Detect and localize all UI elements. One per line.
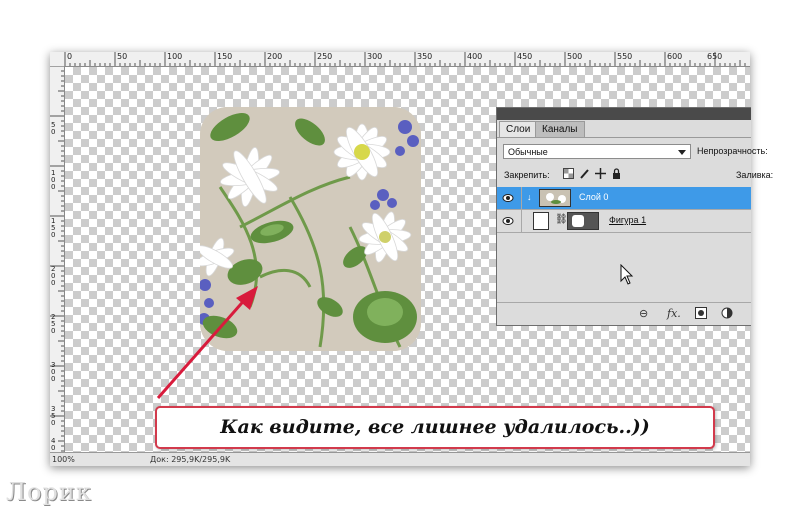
ruler-left: 50 100 150 200 250 300 350 400 — [50, 66, 65, 452]
ruler-label: 600 — [667, 52, 683, 61]
caption-callout: Как видите, все лишнее удалилось..)) — [155, 406, 715, 449]
ruler-label: 550 — [617, 52, 633, 61]
chain-link-icon[interactable]: ⛓ — [555, 214, 568, 225]
ruler-label: 450 — [517, 52, 533, 61]
ruler-top: 0 50 100 150 200 250 300 350 400 450 500… — [50, 52, 750, 67]
ruler-label: 50 — [51, 121, 56, 136]
layer-name[interactable]: Фигура 1 — [609, 215, 646, 225]
ruler-label: 400 — [467, 52, 483, 61]
caption-text: Как видите, все лишнее удалилось..)) — [220, 416, 650, 438]
lock-label: Закрепить: — [504, 170, 550, 180]
ruler-label: 50 — [117, 52, 128, 61]
move-lock-icon[interactable] — [595, 168, 606, 183]
ruler-label: 200 — [267, 52, 283, 61]
clip-arrow-icon: ↓ — [527, 192, 532, 202]
layer-divider — [521, 210, 522, 232]
panel-title-bar[interactable] — [497, 108, 751, 120]
ruler-label: 0 — [67, 52, 73, 61]
adjustment-icon[interactable] — [721, 307, 733, 322]
layer-row-shape1[interactable]: ⛓ Фигура 1 — [497, 210, 751, 233]
ruler-label: 150 — [51, 217, 56, 239]
tab-channels[interactable]: Каналы — [535, 121, 585, 138]
mouse-cursor-icon — [620, 264, 634, 285]
opacity-label: Непрозрачность: — [697, 146, 768, 156]
fx-icon[interactable]: fx. — [667, 307, 681, 320]
blend-mode-select[interactable]: Обычные — [503, 144, 691, 159]
layers-panel: Слои Каналы Обычные Непрозрачность: Закр… — [496, 107, 773, 326]
panel-footer: ⊖ fx. — [497, 302, 751, 325]
tabs-divider — [497, 137, 751, 138]
ruler-label: 350 — [417, 52, 433, 61]
eye-icon[interactable] — [502, 215, 514, 227]
zoom-level[interactable]: 100% — [52, 455, 75, 464]
ruler-label: 200 — [51, 265, 56, 287]
tab-layers[interactable]: Слои — [499, 121, 538, 138]
ruler-label: 400 — [51, 437, 56, 453]
layer-thumbnail[interactable] — [533, 212, 549, 230]
layer-name[interactable]: Слой 0 — [579, 192, 608, 202]
ruler-label: 100 — [167, 52, 183, 61]
ruler-label: 250 — [51, 313, 56, 335]
brush-lock-icon[interactable] — [579, 168, 590, 183]
watermark-text: Лорик — [6, 478, 92, 506]
fill-label: Заливка: — [736, 170, 774, 180]
ruler-label: 150 — [217, 52, 233, 61]
blend-mode-value: Обычные — [508, 147, 548, 157]
vector-mask-thumbnail[interactable] — [567, 212, 599, 230]
status-bar: 100% Док: 295,9K/295,9K — [50, 452, 750, 466]
red-arrow-icon — [156, 286, 258, 399]
ruler-label: 350 — [51, 405, 56, 427]
ruler-label: 300 — [51, 361, 56, 383]
layer-row-layer0[interactable]: ↓ Слой 0 — [497, 187, 751, 210]
lock-transparent-icon[interactable] — [563, 168, 574, 183]
mask-icon[interactable] — [695, 307, 707, 322]
eye-icon[interactable] — [502, 192, 514, 204]
layer-divider — [521, 187, 522, 209]
ruler-label: 650 — [707, 52, 723, 61]
ruler-label: 100 — [51, 169, 56, 191]
layer-thumbnail[interactable] — [539, 189, 571, 207]
ruler-label: 300 — [367, 52, 383, 61]
link-icon[interactable]: ⊖ — [639, 307, 648, 320]
document-size: Док: 295,9K/295,9K — [150, 455, 231, 464]
ruler-label: 250 — [317, 52, 333, 61]
chevron-down-icon — [678, 150, 686, 155]
ruler-label: 500 — [567, 52, 583, 61]
lock-icons — [563, 168, 633, 180]
padlock-icon[interactable] — [611, 168, 622, 183]
